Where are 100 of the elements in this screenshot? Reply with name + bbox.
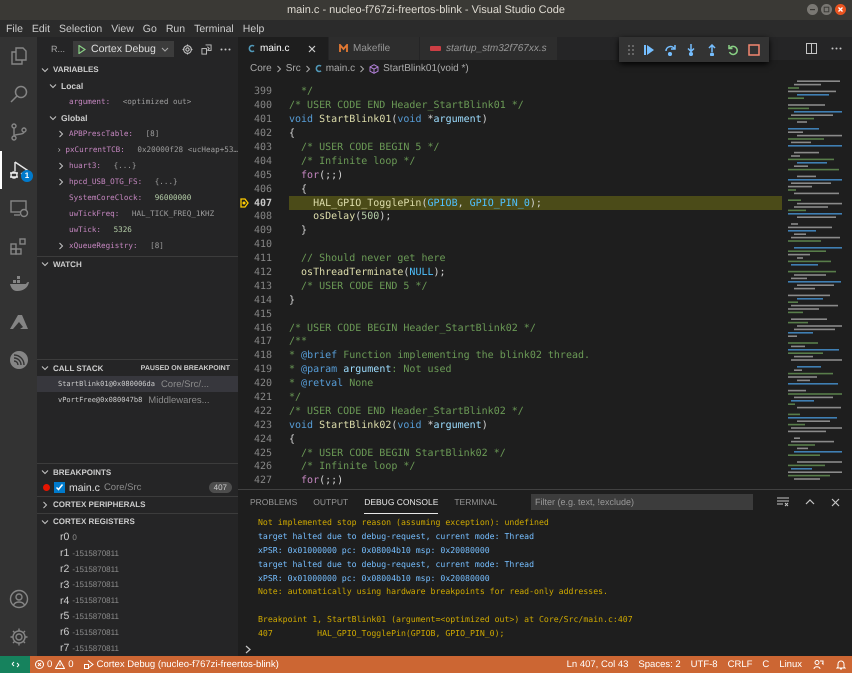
panel-tab[interactable]: OUTPUT [313,490,348,514]
line-number: 411 [252,253,272,264]
code-line: for(;;) [300,168,344,182]
code-line: { [289,432,296,446]
editor-tab[interactable]: startup_stm32f767xx.s [420,37,558,60]
code-line: */ [289,391,302,404]
breadcrumb-item[interactable]: StartBlink01(void *) [383,63,469,74]
line-number: 423 [252,420,272,431]
code-line: osThreadTerminate(NULL); [300,266,447,280]
register-name: r5 [60,610,70,622]
console-line: Note: automatically using hardware breakpoints for read-only addresses. [258,585,609,598]
console-line: target halted due to debug-request, current mode: Thread [258,558,536,571]
scope-item[interactable]: Local [37,78,238,94]
breadcrumb-item[interactable]: Src [286,63,301,74]
code-line: /* Infinite loop */ [300,460,416,474]
notification-badge: 1 [21,170,33,182]
filter-field[interactable]: Filter (e.g. text, !exclude) [531,494,753,510]
editor-tab[interactable]: Makefile [329,37,420,60]
panel-tab[interactable]: PROBLEMS [250,490,298,514]
indentation-status[interactable]: Spaces: 2 [633,659,686,670]
breadcrumb-item[interactable]: Core [250,63,272,74]
code-line: * @brief Function implementing the blink02 thread. [289,349,592,363]
code-line: * @param argument: Not used [289,363,453,377]
register-value: -1515870811 [72,548,119,558]
line-number: 424 [252,434,272,445]
menu-item[interactable]: Selection [59,22,102,34]
launch-configuration-dropdown[interactable]: Cortex Debug [73,41,174,58]
console-line: 407 HAL_GPIO_TogglePin(GPIOB, GPIO_PIN_0); [258,627,506,640]
line-number: 401 [252,114,272,126]
breadcrumb-item[interactable]: main.c [326,63,356,74]
register-value: -1515870811 [72,580,119,590]
register-name: r1 [60,547,70,560]
register-value: -1515870811 [72,612,119,621]
line-number: 415 [252,308,272,320]
line-number: 419 [252,364,272,376]
platform-status[interactable]: Linux [774,659,807,670]
code-line: void StartBlink02(void *argument) [289,418,489,432]
menu-item[interactable]: Terminal [194,22,234,34]
register-value: -1515870811 [72,596,119,606]
panel-tab[interactable]: DEBUG CONSOLE [364,490,438,514]
menu-item[interactable]: File [6,22,23,34]
console-line: xPSR: 0x01000000 pc: 0x08004b10 msp: 0x20080000 [258,572,491,585]
problems-status[interactable]: 0 0 [30,659,79,670]
line-ending-status[interactable]: CRLF [722,659,758,670]
line-number: 412 [252,267,272,278]
register-name: r0 [60,531,70,544]
line-number: 420 [252,378,272,390]
code-line: void StartBlink01(void *argument) [289,113,489,127]
line-number: 408 [252,211,272,222]
line-number: 417 [252,336,272,348]
menu-item[interactable]: View [111,22,134,34]
line-number: 409 [252,225,272,236]
encoding-status[interactable]: UTF-8 [686,659,723,670]
language-status[interactable]: C [757,659,774,670]
line-number: 413 [252,280,272,292]
view-title: R... [51,44,66,54]
register-name: r7 [60,642,70,654]
line-number: 422 [252,406,272,417]
code-line: } [300,224,308,238]
line-number: 426 [252,461,272,472]
code-line: /* USER CODE BEGIN 5 */ [300,141,441,154]
code-line: // Should never get here [300,252,447,266]
code-line: /** [289,335,308,349]
section-header[interactable]: VARIABLES [37,62,238,78]
menu-item[interactable]: Edit [32,22,50,34]
line-number-badge: 407 [208,482,232,494]
section-header[interactable]: CORTEX REGISTERS [37,514,238,530]
code-line: osDelay(500); [312,210,392,224]
code-line: /* Infinite loop */ [300,154,416,168]
line-number: 406 [252,184,272,195]
line-number: 425 [252,448,272,459]
line-number: 407 [252,198,272,209]
menu-item[interactable]: Help [242,22,264,34]
section-header[interactable]: BREAKPOINTS [37,464,238,480]
editor-tab[interactable]: main.c [238,37,329,60]
register-value: -1515870811 [72,564,119,574]
scope-item[interactable]: Global [37,110,238,126]
line-number: 421 [252,392,272,404]
line-number: 416 [252,322,272,334]
line-number: 402 [252,128,272,140]
menu-item[interactable]: Run [166,22,186,34]
line-number: 405 [252,170,272,181]
register-value: -1515870811 [72,628,119,637]
code-line: /* USER CODE END Header_StartBlink01 */ [289,99,525,113]
register-name: r3 [60,578,70,591]
section-header[interactable]: CORTEX PERIPHERALS [37,496,238,513]
register-value: -1515870811 [72,644,119,653]
menu-item[interactable]: Go [142,22,157,34]
panel-tab[interactable]: TERMINAL [454,490,498,514]
register-name: r4 [60,594,70,607]
register-name: r6 [60,626,70,638]
debug-session-status[interactable]: Cortex Debug (nucleo-f767zi-freertos-blink) [78,659,284,670]
line-number: 400 [252,100,272,112]
code-line: /* USER CODE BEGIN StartBlink02 */ [300,446,507,460]
code-line: } [289,294,296,308]
console-line: xPSR: 0x01000000 pc: 0x08004b10 msp: 0x20080000 [258,544,491,557]
line-number: 418 [252,350,272,362]
line-number: 404 [252,156,272,167]
section-header[interactable]: WATCH [37,256,238,272]
cursor-position[interactable]: Ln 407, Col 43 [562,659,634,670]
